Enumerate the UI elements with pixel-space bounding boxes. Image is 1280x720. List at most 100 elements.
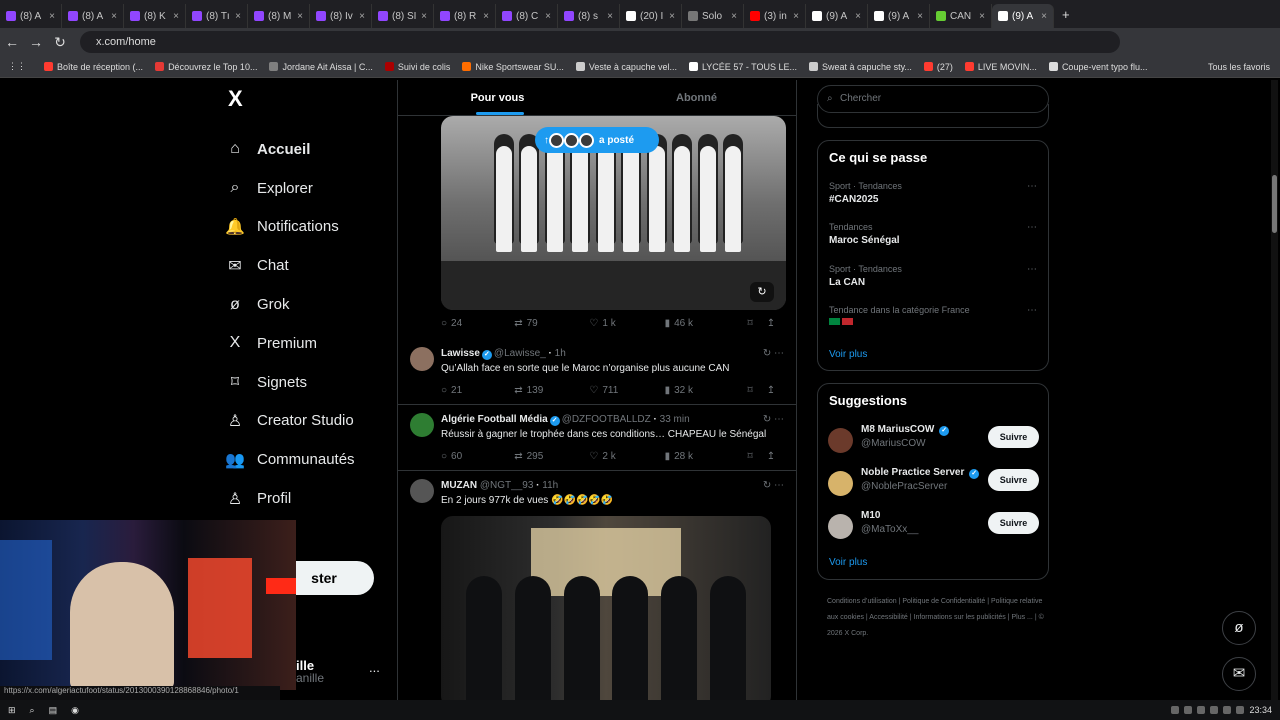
more-icon[interactable]: ⋯ (1027, 181, 1037, 192)
reply-button[interactable]: ○ 24 (441, 318, 514, 329)
nav-item-creator-studio[interactable]: ♙ Creator Studio (220, 402, 390, 441)
close-icon[interactable]: × (1041, 11, 1047, 22)
bookmark-icon[interactable]: ⌑ (747, 318, 766, 329)
new-tab-icon[interactable]: + (1062, 7, 1070, 22)
nav-item-profile[interactable]: ♙ Profil (220, 479, 390, 518)
browser-tab[interactable]: (20) I × (620, 4, 682, 28)
close-icon[interactable]: × (917, 11, 923, 22)
x-logo[interactable]: X (228, 86, 390, 112)
tab-for-you[interactable]: Pour vous (398, 80, 597, 115)
more-icon[interactable]: ⋯ (1027, 264, 1037, 275)
close-icon[interactable]: × (731, 11, 737, 22)
close-icon[interactable]: × (669, 11, 675, 22)
close-icon[interactable]: × (421, 11, 427, 22)
browser-tab[interactable]: (8) C × (496, 4, 558, 28)
scrollbar-thumb[interactable] (1272, 175, 1277, 233)
browser-tab[interactable]: (8) SI × (372, 4, 434, 28)
footer-link[interactable]: Accessibilité (869, 614, 908, 621)
footer-link[interactable]: Informations sur les publicités (914, 614, 1006, 621)
profile-more-icon[interactable]: ... (369, 660, 380, 675)
nav-item-notifications[interactable]: 🔔 Notifications (220, 208, 390, 247)
nav-item-grok[interactable]: ø Grok (220, 285, 390, 324)
new-posts-pill[interactable]: ↑ a posté (535, 127, 659, 153)
tweet-row[interactable]: MUZAN @NGT__93 · 11h ↻ ⋯ En 2 jours 977k… (398, 471, 796, 700)
like-button[interactable]: ♡ 2 k (589, 451, 664, 462)
reply-button[interactable]: ○ 60 (441, 451, 514, 462)
nav-item-communities[interactable]: 👥 Communautés (220, 440, 390, 479)
bookmark-item[interactable]: LIVE MOVIN... (964, 62, 1037, 72)
browser-tab[interactable]: (8) K × (124, 4, 186, 28)
browser-tab[interactable]: (8) M × (248, 4, 310, 28)
avatar[interactable] (828, 471, 853, 496)
footer-link[interactable]: Plus ... (1011, 614, 1032, 621)
tweet-author[interactable]: MUZAN @NGT__93 · 11h (441, 480, 558, 491)
suggestion-row[interactable]: M10 @MaToXx__ Suivre (828, 510, 1040, 544)
trends-see-more-link[interactable]: Voir plus (829, 349, 867, 360)
footer-link[interactable]: Politique de Confidentialité (902, 598, 985, 605)
close-icon[interactable]: × (979, 11, 985, 22)
browser-tab[interactable]: (8) s × (558, 4, 620, 28)
footer-link[interactable]: Conditions d’utilisation (827, 598, 897, 605)
tweet-row[interactable]: Lawisse ✓ @Lawisse_ · 1h ↻ ⋯ Qu’Allah face… (398, 339, 796, 405)
retweet-button[interactable]: ⇄ 139 (514, 385, 589, 396)
all-bookmarks-link[interactable]: Tous les favoris (1208, 62, 1270, 72)
url-input[interactable]: x.com/home (80, 31, 1120, 53)
close-icon[interactable]: × (359, 11, 365, 22)
nav-item-explore[interactable]: ⌕ Explorer (220, 169, 390, 208)
avatar[interactable] (410, 413, 434, 437)
close-icon[interactable]: × (793, 11, 799, 22)
chrome-icon[interactable]: ◉ (71, 705, 79, 716)
browser-tab[interactable]: (8) R × (434, 4, 496, 28)
nav-item-home[interactable]: ⌂ Accueil (220, 130, 390, 169)
like-button[interactable]: ♡ 711 (589, 385, 664, 396)
more-icon[interactable]: ⋯ (1027, 222, 1037, 233)
follow-button[interactable]: Suivre (988, 426, 1039, 448)
close-icon[interactable]: × (483, 11, 489, 22)
close-icon[interactable]: × (545, 11, 551, 22)
bookmark-item[interactable]: LYCÉE 57 - TOUS LE... (688, 62, 797, 72)
trend-item[interactable]: Sport · Tendances La CAN ⋯ (829, 264, 1041, 288)
like-button[interactable]: ♡ 1 k (589, 318, 664, 329)
views-button[interactable]: ▮ 46 k (665, 318, 748, 329)
bookmark-item[interactable]: Veste à capuche vel... (575, 62, 677, 72)
file-explorer-icon[interactable]: ▤ (49, 705, 58, 716)
browser-tab[interactable]: (9) A × (992, 4, 1054, 28)
grok-floating-button[interactable]: ø (1222, 611, 1256, 645)
bookmark-item[interactable]: Sweat à capuche sty... (809, 62, 912, 72)
avatar[interactable] (828, 514, 853, 539)
browser-tab[interactable]: CAN × (930, 4, 992, 28)
reply-button[interactable]: ○ 21 (441, 385, 514, 396)
bookmark-item[interactable]: Suivi de colis (384, 62, 450, 72)
more-icon[interactable]: ↻ ⋯ (763, 348, 784, 359)
bookmark-item[interactable]: Jordane Ait Aissa | C... (269, 62, 373, 72)
browser-tab[interactable]: Solo × (682, 4, 744, 28)
scrollbar[interactable] (1271, 80, 1278, 700)
close-icon[interactable]: × (855, 11, 861, 22)
search-icon[interactable]: ⌕ (30, 705, 35, 716)
trend-item[interactable]: Tendances Maroc Sénégal ⋯ (829, 222, 1041, 246)
close-icon[interactable]: × (49, 11, 55, 22)
windows-start-icon[interactable]: ⊞ (8, 705, 16, 716)
reload-icon[interactable]: ↻ (48, 34, 72, 51)
suggestions-see-more-link[interactable]: Voir plus (829, 557, 867, 568)
close-icon[interactable]: × (173, 11, 179, 22)
avatar[interactable] (410, 347, 434, 371)
nav-item-bookmarks[interactable]: ⌑ Signets (220, 363, 390, 402)
more-icon[interactable]: ↻ ⋯ (763, 480, 784, 491)
avatar[interactable] (828, 428, 853, 453)
clock[interactable]: 23:34 (1249, 705, 1272, 715)
close-icon[interactable]: × (607, 11, 613, 22)
close-icon[interactable]: × (235, 11, 241, 22)
share-icon[interactable]: ↥ (767, 318, 786, 329)
suggestion-row[interactable]: M8 MariusCOW ✓ @MariusCOW Suivre (828, 424, 1040, 458)
bookmark-item[interactable]: (27) (923, 62, 953, 72)
messages-floating-button[interactable]: ✉ (1222, 657, 1256, 691)
share-icon[interactable]: ↥ (767, 451, 786, 462)
views-button[interactable]: ▮ 28 k (665, 451, 748, 462)
browser-tab[interactable]: (8) A × (0, 4, 62, 28)
browser-tab[interactable]: (8) A × (62, 4, 124, 28)
apps-icon[interactable]: ⋮⋮ (8, 61, 26, 72)
more-icon[interactable]: ⋯ (1027, 305, 1037, 316)
browser-tab[interactable]: (8) Iv × (310, 4, 372, 28)
follow-button[interactable]: Suivre (988, 469, 1039, 491)
